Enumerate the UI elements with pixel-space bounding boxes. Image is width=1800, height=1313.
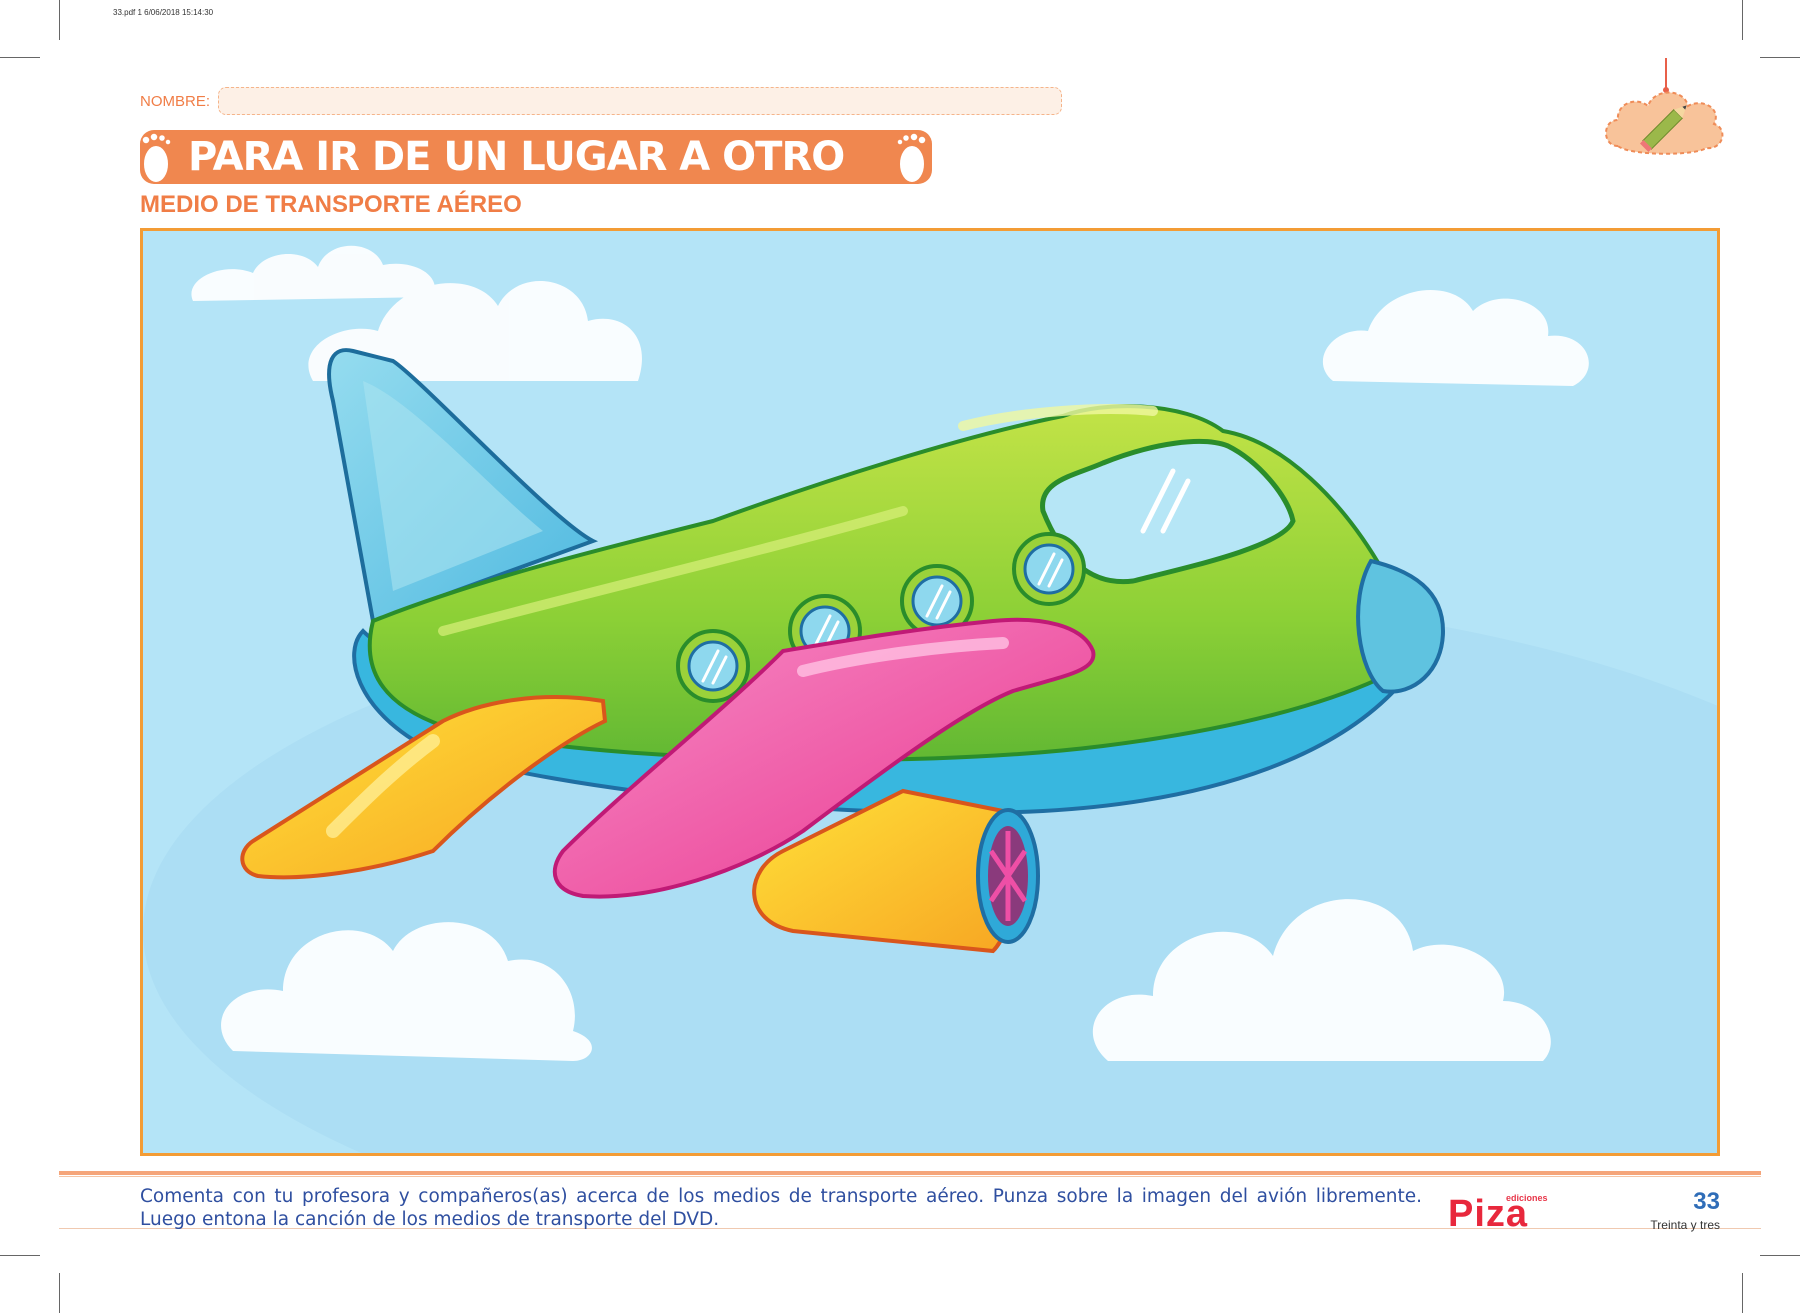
activity-instructions: Comenta con tu profesora y compañeros(as… [140,1186,1422,1230]
page-number: 33 [1693,1188,1720,1215]
publisher-logo-small: ediciones [1506,1193,1548,1203]
footprint-icon [141,132,172,184]
window-icon [1012,532,1086,606]
crop-mark [1760,1255,1800,1256]
page-subtitle: MEDIO DE TRANSPORTE AÉREO [140,191,522,218]
crop-mark [1760,57,1800,58]
crop-mark [59,0,60,40]
crop-mark [59,1273,60,1313]
pencil-cloud-badge-icon [1605,58,1724,155]
crop-mark [0,57,40,58]
name-label: NOMBRE: [140,93,211,110]
name-field[interactable] [218,87,1062,115]
crop-mark [1742,1273,1743,1313]
page-number-words: Treinta y tres [1650,1218,1720,1232]
airplane-picture-frame[interactable] [140,228,1720,1156]
footprint-icon [896,132,927,184]
crop-mark [0,1255,40,1256]
footer-divider [59,1176,1761,1177]
print-info: 33.pdf 1 6/06/2018 15:14:30 [113,8,214,17]
crop-mark [1742,0,1743,40]
page-title: PARA IR DE UN LUGAR A OTRO USO: [140,130,932,234]
airplane-illustration[interactable] [143,231,1717,1153]
window-icon [676,629,750,703]
footer-divider [59,1171,1761,1175]
